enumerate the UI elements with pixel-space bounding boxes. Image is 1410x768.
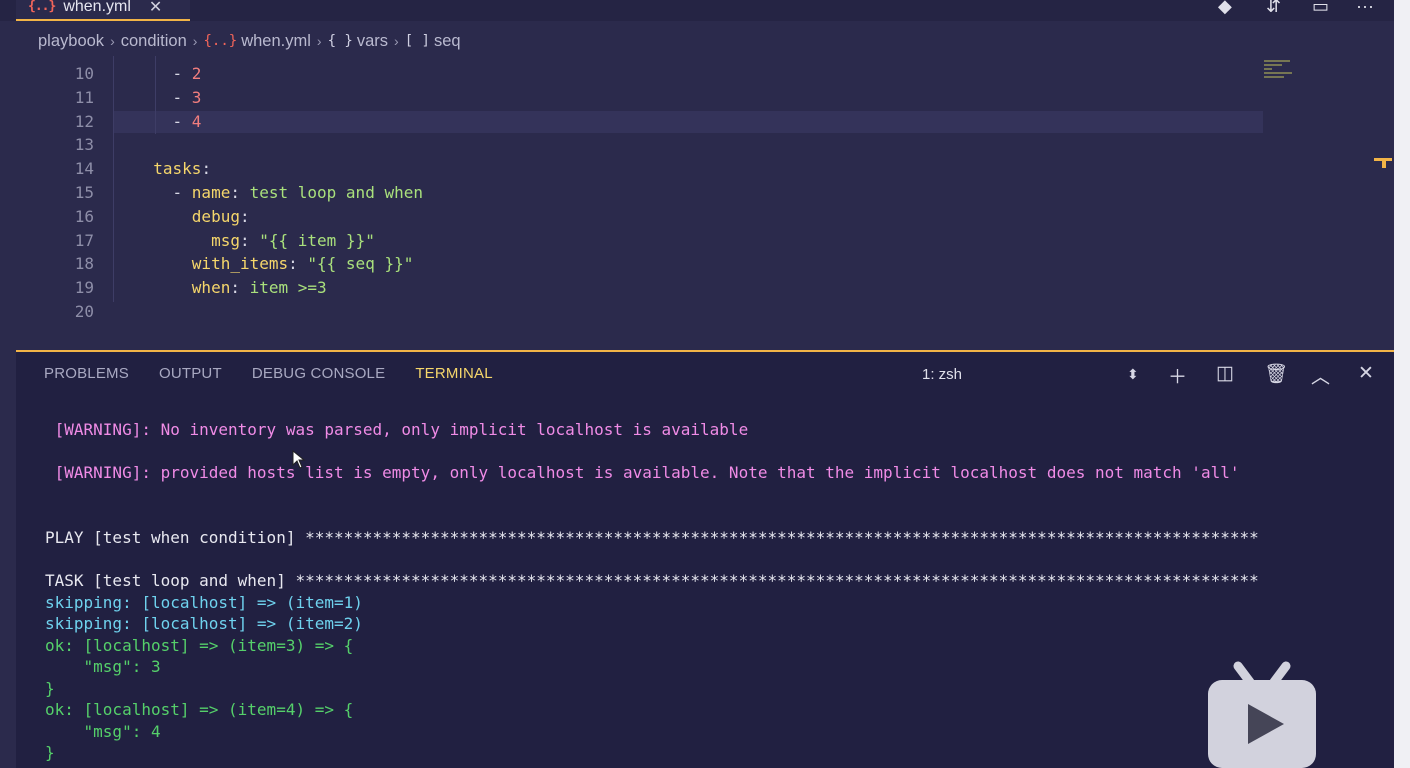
line-number: 17 <box>74 230 94 250</box>
split-terminal-icon[interactable]: ◫ <box>1216 362 1234 385</box>
tab-debug-console[interactable]: DEBUG CONSOLE <box>252 365 385 382</box>
tab-close-icon[interactable]: ✕ <box>149 0 162 17</box>
trash-icon[interactable]: 🗑 <box>1264 362 1288 386</box>
video-play-badge-icon[interactable] <box>1206 660 1318 768</box>
line-number: 12 <box>74 111 94 131</box>
line-number: 20 <box>74 302 94 321</box>
code-line: tasks: <box>134 159 212 179</box>
code-line: msg: "{{ item }}" <box>134 230 375 250</box>
breadcrumb-separator: › <box>316 33 322 49</box>
tab-problems[interactable]: PROBLEMS <box>44 365 129 382</box>
code-line: when: item >=3 <box>134 278 327 298</box>
breadcrumb-separator: › <box>192 33 198 49</box>
mouse-cursor-icon <box>292 450 306 469</box>
indent-guide <box>113 56 114 302</box>
terminal-line: [WARNING]: No inventory was parsed, only… <box>45 420 749 439</box>
line-number: 16 <box>74 206 94 226</box>
breadcrumb-separator: › <box>110 33 115 49</box>
breadcrumb-item[interactable]: when.yml <box>241 32 311 51</box>
breadcrumb-item[interactable]: vars <box>357 32 388 51</box>
tab-terminal[interactable]: TERMINAL <box>415 365 492 382</box>
terminal-line: } <box>45 743 55 762</box>
split-editor-icon[interactable]: ▭ <box>1312 0 1329 17</box>
chevron-up-icon[interactable]: ︿ <box>1311 362 1330 389</box>
code-line: with_items: "{{ seq }}" <box>134 254 414 274</box>
code-editor[interactable]: 10 - 2 11 - 3 12 - 4 13 14 tasks: 15 - name: … <box>16 56 1394 350</box>
yaml-file-icon: {..} <box>28 0 56 14</box>
code-line: debug: <box>134 206 250 226</box>
terminal-line: PLAY [test when condition] *************… <box>45 528 1259 547</box>
terminal-line: "msg": 4 <box>45 722 161 741</box>
terminal-line: skipping: [localhost] => (item=1) <box>45 593 363 612</box>
tab-when-yml[interactable]: {..} when.yml ✕ <box>16 0 190 21</box>
git-icon[interactable]: ◆ <box>1218 0 1232 17</box>
terminal-select[interactable]: 1: zsh <box>922 366 962 383</box>
terminal-line: } <box>45 679 55 698</box>
terminal-line: ok: [localhost] => (item=4) => { <box>45 700 354 719</box>
terminal-line: ok: [localhost] => (item=3) => { <box>45 636 354 655</box>
object-icon: { } <box>327 33 353 49</box>
editor-tab-bar: {..} when.yml ✕ ◆ ⇵ ▭ ··· <box>0 0 1394 21</box>
current-line-highlight <box>113 111 1263 133</box>
compare-icon[interactable]: ⇵ <box>1266 0 1281 17</box>
terminal-line: skipping: [localhost] => (item=2) <box>45 614 363 633</box>
minimap[interactable] <box>1264 58 1296 94</box>
array-icon: [ ] <box>404 33 430 49</box>
breadcrumb: playbook › condition › {..} when.yml › { } vars ›… <box>16 28 1394 54</box>
more-actions-icon[interactable]: ··· <box>1356 0 1374 17</box>
line-number: 13 <box>74 135 94 155</box>
breadcrumb-item[interactable]: playbook <box>38 32 104 51</box>
tab-output[interactable]: OUTPUT <box>159 365 222 382</box>
terminal-line: [WARNING]: provided hosts list is empty,… <box>45 463 1240 482</box>
breadcrumb-item[interactable]: seq <box>434 32 461 51</box>
line-number: 18 <box>74 254 94 274</box>
breadcrumb-separator: › <box>394 33 399 49</box>
line-number: 11 <box>74 87 94 107</box>
line-number: 19 <box>74 278 94 298</box>
close-panel-icon[interactable]: ✕ <box>1358 362 1374 385</box>
panel-tabs: PROBLEMS OUTPUT DEBUG CONSOLE TERMINAL <box>44 365 523 382</box>
breadcrumb-item[interactable]: condition <box>121 32 187 51</box>
select-arrows-icon[interactable]: ⬍ <box>1127 366 1139 383</box>
line-number: 14 <box>74 159 94 179</box>
scroll-marker <box>1382 160 1386 168</box>
terminal-line: "msg": 3 <box>45 657 161 676</box>
code-line: - name: test loop and when <box>134 183 423 202</box>
code-line: - 4 <box>134 111 202 131</box>
yaml-file-icon: {..} <box>203 33 238 49</box>
terminal-line: TASK [test loop and when] **************… <box>45 571 1259 590</box>
bottom-panel: PROBLEMS OUTPUT DEBUG CONSOLE TERMINAL 1: z… <box>16 350 1394 768</box>
code-line: - 3 <box>134 87 202 107</box>
tab-label: when.yml <box>63 0 131 15</box>
plus-icon[interactable]: ＋ <box>1168 362 1187 389</box>
code-line: - 2 <box>134 64 202 83</box>
line-number: 15 <box>74 183 94 202</box>
window-edge <box>1394 0 1410 768</box>
line-number: 10 <box>74 64 94 83</box>
